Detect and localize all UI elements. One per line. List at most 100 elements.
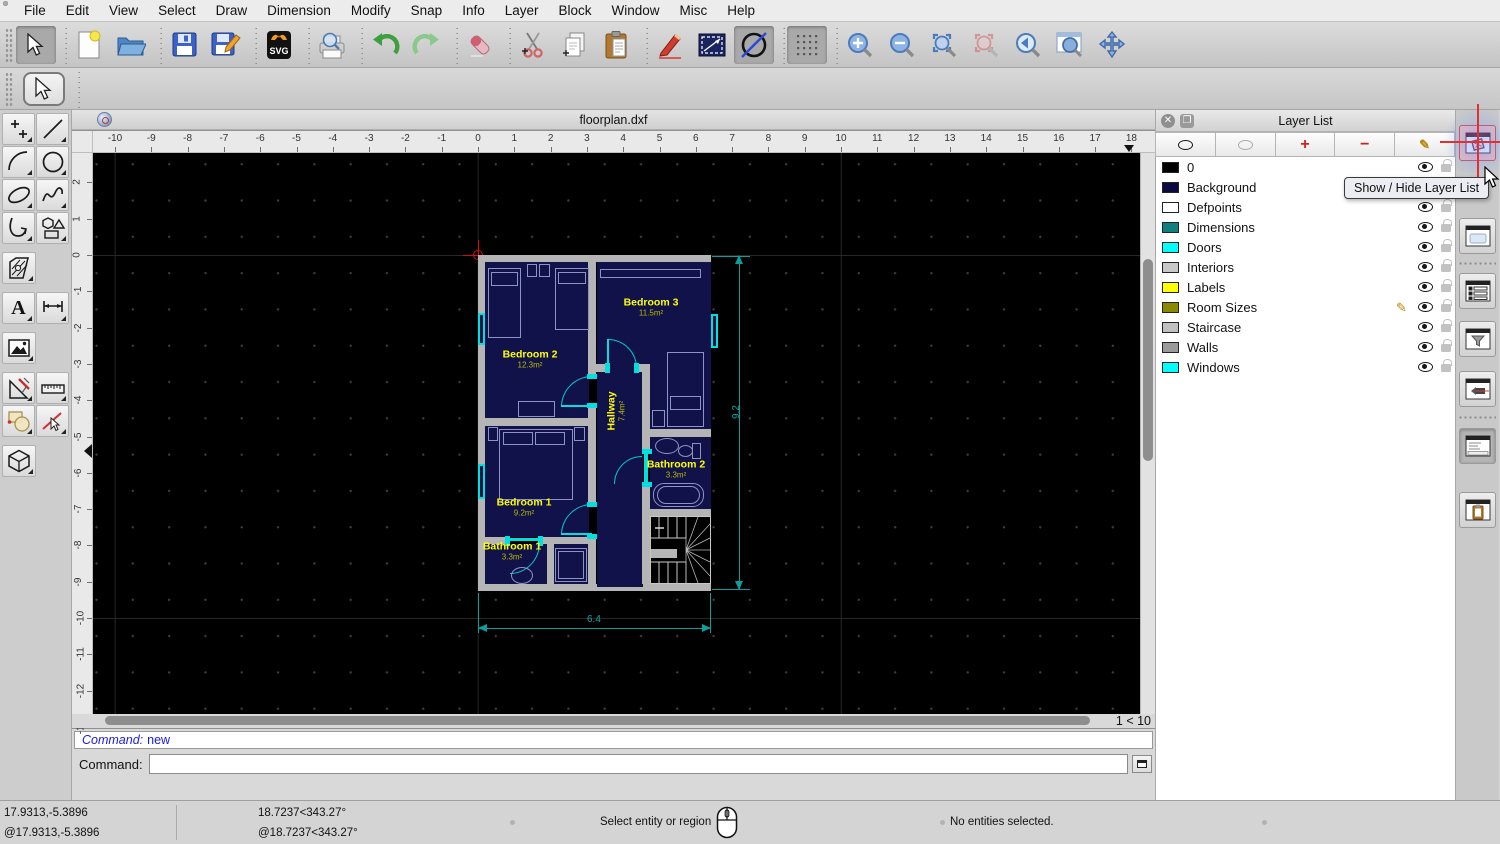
delete-button[interactable] bbox=[460, 26, 500, 64]
zoom-auto-button[interactable] bbox=[924, 26, 964, 64]
command-window-toggle-button[interactable] bbox=[1132, 755, 1152, 773]
print-preview-button[interactable] bbox=[312, 26, 352, 64]
polyline-tool-button[interactable] bbox=[2, 212, 35, 244]
layer-row-defpoints[interactable]: Defpoints bbox=[1156, 197, 1455, 217]
zoom-pan-button[interactable] bbox=[1092, 26, 1132, 64]
trim-tool-button[interactable] bbox=[36, 405, 69, 437]
toggle-property-editor-button[interactable] bbox=[1459, 218, 1496, 254]
layer-lock-icon[interactable] bbox=[1441, 159, 1452, 172]
vertical-scrollbar[interactable] bbox=[1140, 153, 1155, 714]
layer-visibility-eye-icon[interactable] bbox=[1418, 202, 1433, 212]
menu-item-select[interactable]: Select bbox=[148, 3, 206, 18]
show-all-layers-button[interactable] bbox=[1155, 132, 1216, 157]
zoom-selection-button[interactable] bbox=[966, 26, 1006, 64]
horizontal-scrollbar[interactable]: 1 < 10 bbox=[72, 714, 1155, 728]
menu-item-snap[interactable]: Snap bbox=[401, 3, 453, 18]
modify-tool-button[interactable] bbox=[2, 372, 35, 404]
menu-item-layer[interactable]: Layer bbox=[495, 3, 549, 18]
layer-row-labels[interactable]: Labels bbox=[1156, 277, 1455, 297]
layer-lock-icon[interactable] bbox=[1441, 339, 1452, 352]
menu-item-window[interactable]: Window bbox=[602, 3, 670, 18]
remove-layer-button[interactable]: − bbox=[1334, 132, 1396, 157]
menu-item-help[interactable]: Help bbox=[717, 3, 765, 18]
selection-arrow-button[interactable] bbox=[16, 25, 56, 64]
layer-visibility-eye-icon[interactable] bbox=[1418, 222, 1433, 232]
layer-visibility-eye-icon[interactable] bbox=[1418, 242, 1433, 252]
svg-export-button[interactable]: SVG bbox=[259, 26, 299, 64]
selection-tool-button[interactable] bbox=[23, 71, 65, 106]
layer-lock-icon[interactable] bbox=[1441, 219, 1452, 232]
layer-list-title-bar[interactable]: ✕ ❐ Layer List bbox=[1156, 110, 1455, 132]
layer-row-interiors[interactable]: Interiors bbox=[1156, 257, 1455, 277]
toggle-clipboard-button[interactable] bbox=[1459, 492, 1496, 528]
layer-visibility-eye-icon[interactable] bbox=[1418, 282, 1433, 292]
toolbar-drag-handle[interactable] bbox=[5, 27, 13, 62]
paste-button[interactable] bbox=[597, 26, 637, 64]
layer-lock-icon[interactable] bbox=[1441, 279, 1452, 292]
layer-row-walls[interactable]: Walls bbox=[1156, 337, 1455, 357]
layer-visibility-eye-icon[interactable] bbox=[1418, 162, 1433, 172]
menu-item-block[interactable]: Block bbox=[549, 3, 602, 18]
arc-tool-button[interactable] bbox=[2, 146, 35, 178]
menu-item-file[interactable]: File bbox=[14, 3, 56, 18]
toggle-library-browser-button[interactable] bbox=[1459, 371, 1496, 407]
zoom-out-button[interactable] bbox=[882, 26, 922, 64]
menu-item-modify[interactable]: Modify bbox=[341, 3, 401, 18]
shapes-tool-button[interactable] bbox=[36, 212, 69, 244]
layer-lock-icon[interactable] bbox=[1441, 239, 1452, 252]
layer-row-room-sizes[interactable]: Room Sizes ✎ bbox=[1156, 297, 1455, 317]
boolean-tool-button[interactable] bbox=[2, 405, 35, 437]
save-as-button[interactable] bbox=[206, 26, 246, 64]
edit-layer-button[interactable]: ✎ bbox=[1394, 132, 1455, 157]
layer-visibility-eye-icon[interactable] bbox=[1418, 262, 1433, 272]
hatch-tool-button[interactable] bbox=[2, 252, 36, 284]
layer-visibility-eye-icon[interactable] bbox=[1418, 302, 1433, 312]
menu-item-view[interactable]: View bbox=[99, 3, 148, 18]
layer-row-0[interactable]: 0 bbox=[1156, 157, 1455, 177]
vertical-scrollbar-handle[interactable] bbox=[1143, 259, 1153, 461]
menu-item-dimension[interactable]: Dimension bbox=[257, 3, 341, 18]
circle-tool-button[interactable] bbox=[36, 146, 69, 178]
draw-pencil-button[interactable] bbox=[650, 26, 690, 64]
toolbar-drag-handle[interactable] bbox=[5, 71, 13, 106]
hide-all-layers-button[interactable] bbox=[1214, 132, 1276, 157]
layer-lock-icon[interactable] bbox=[1441, 259, 1452, 272]
ellipse-tool-button[interactable] bbox=[2, 179, 35, 211]
grid-button[interactable] bbox=[787, 25, 827, 64]
menu-item-draw[interactable]: Draw bbox=[206, 3, 258, 18]
horizontal-scrollbar-handle[interactable] bbox=[105, 716, 1090, 725]
close-icon[interactable]: ✕ bbox=[1161, 113, 1175, 128]
toggle-command-line-button[interactable] bbox=[1459, 428, 1496, 464]
image-tool-button[interactable] bbox=[2, 332, 36, 364]
drawing-canvas[interactable]: Bedroom 2 12.3m² Bedroom 3 11.5m² Hallway 7.4… bbox=[93, 153, 1140, 714]
copy-button[interactable] bbox=[555, 26, 595, 64]
layer-row-dimensions[interactable]: Dimensions bbox=[1156, 217, 1455, 237]
add-layer-button[interactable]: + bbox=[1274, 132, 1336, 157]
menu-item-edit[interactable]: Edit bbox=[56, 3, 99, 18]
layer-visibility-eye-icon[interactable] bbox=[1418, 342, 1433, 352]
line-tool-button[interactable] bbox=[36, 113, 69, 145]
text-tool-button[interactable]: A bbox=[2, 292, 35, 324]
polyline-dark-button[interactable] bbox=[692, 26, 732, 64]
open-file-button[interactable] bbox=[111, 26, 151, 64]
layer-lock-icon[interactable] bbox=[1441, 359, 1452, 372]
toggle-block-list-button[interactable] bbox=[1459, 273, 1496, 309]
layer-lock-icon[interactable] bbox=[1441, 299, 1452, 312]
layer-row-staircase[interactable]: Staircase bbox=[1156, 317, 1455, 337]
layer-visibility-eye-icon[interactable] bbox=[1418, 322, 1433, 332]
save-button[interactable] bbox=[164, 26, 204, 64]
measure-tool-button[interactable] bbox=[36, 372, 69, 404]
ortho-circle-button[interactable] bbox=[734, 25, 774, 64]
menu-item-misc[interactable]: Misc bbox=[670, 3, 718, 18]
layer-row-windows[interactable]: Windows bbox=[1156, 357, 1455, 377]
zoom-window-button[interactable] bbox=[1050, 26, 1090, 64]
redo-button[interactable] bbox=[407, 26, 447, 64]
layer-visibility-eye-icon[interactable] bbox=[1418, 362, 1433, 372]
command-input[interactable] bbox=[148, 754, 1128, 774]
spline-tool-button[interactable] bbox=[36, 179, 69, 211]
menu-item-info[interactable]: Info bbox=[452, 3, 495, 18]
dimension-tool-button[interactable] bbox=[36, 292, 69, 324]
new-file-button[interactable] bbox=[69, 26, 109, 64]
points-tool-button[interactable] bbox=[2, 113, 35, 145]
layer-lock-icon[interactable] bbox=[1441, 319, 1452, 332]
